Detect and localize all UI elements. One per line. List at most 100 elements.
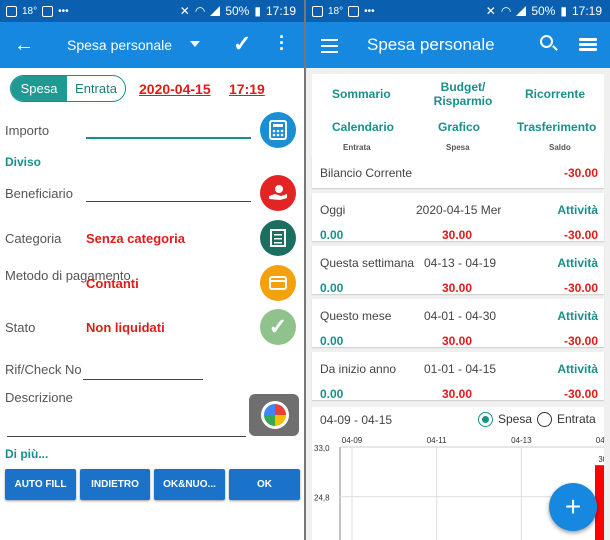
x-tick-label: 04-13 [511, 436, 532, 445]
row-income: 0.00 [320, 387, 344, 401]
toggle-spesa[interactable]: Spesa [11, 76, 67, 101]
hand-coin-icon [269, 185, 287, 200]
row-activity-link[interactable]: Attività [557, 362, 598, 376]
payee-label: Beneficiario [5, 186, 73, 201]
category-label: Categoria [5, 231, 62, 246]
signal-icon [516, 6, 527, 16]
payment-value[interactable]: Contanti [86, 276, 139, 291]
calculator-button[interactable] [260, 112, 296, 148]
add-fab-button[interactable]: + [549, 483, 597, 531]
date-field[interactable]: 2020-04-15 [139, 81, 211, 97]
ok-new-button[interactable]: OK&NUO... [154, 469, 225, 500]
summary-row[interactable]: Da inizio anno 01-01 - 04-15 Attività 0.… [312, 352, 604, 401]
bar-data-label: 30,0 [598, 455, 604, 464]
status-bar: 18° ••• ✕ ◠ 50% ▮ 17:19 [306, 0, 610, 22]
battery-icon: ▮ [560, 4, 567, 18]
row-balance: -30.00 [563, 334, 598, 348]
payment-button[interactable] [260, 265, 296, 301]
auto-fill-button[interactable]: AUTO FILL [5, 469, 76, 500]
summary-row[interactable]: Oggi 2020-04-15 Mer Attività 0.00 30.00 … [312, 193, 604, 242]
more-dots: ••• [58, 5, 69, 17]
row-range: 04-01 - 04-30 [424, 309, 497, 323]
status-temp: 18° [328, 5, 344, 17]
payee-button[interactable] [260, 175, 296, 211]
more-link[interactable]: Di più... [5, 447, 48, 461]
chevron-down-icon[interactable] [190, 41, 200, 47]
row-income: 0.00 [320, 334, 344, 348]
row-balance: -30.00 [563, 228, 598, 242]
type-toggle: Spesa Entrata [10, 75, 126, 102]
row-activity-link[interactable]: Attività [557, 309, 598, 323]
split-label[interactable]: Diviso [5, 155, 41, 169]
row-expense: 30.00 [442, 228, 473, 242]
back-button[interactable]: INDIETRO [80, 469, 150, 500]
payee-input[interactable] [86, 201, 251, 202]
amount-input[interactable] [86, 137, 251, 139]
state-button[interactable]: ✓ [260, 309, 296, 345]
photo-icon [42, 5, 54, 17]
status-temp: 18° [22, 5, 38, 17]
state-label: Stato [5, 320, 36, 335]
hamburger-menu-icon[interactable] [321, 39, 338, 57]
category-button[interactable] [260, 220, 296, 256]
row-label: Da inizio anno [320, 362, 397, 376]
search-icon[interactable] [540, 35, 553, 48]
menu-trasferimento[interactable]: Trasferimento [517, 120, 596, 134]
battery-percent: 50% [531, 4, 556, 18]
time-field[interactable]: 17:19 [229, 81, 265, 97]
row-activity-link[interactable]: Attività [557, 203, 598, 217]
menu-budget[interactable]: Budget/ Risparmio [430, 80, 496, 108]
mute-icon: ✕ [179, 4, 190, 18]
x-tick-label: 04-09 [342, 436, 363, 445]
menu-ricorrente[interactable]: Ricorrente [525, 87, 585, 101]
amount-label: Importo [5, 123, 50, 138]
col-head-saldo: Saldo [549, 143, 571, 152]
camera-icon [261, 401, 289, 429]
description-label: Descrizione [5, 390, 73, 405]
status-time: 17:19 [265, 4, 296, 18]
status-time: 17:19 [571, 4, 602, 18]
app-bar: ← Spesa personale ✓ · · · [0, 22, 304, 68]
app-bar: Spesa personale [306, 22, 610, 68]
toggle-entrata[interactable]: Entrata [67, 76, 125, 101]
row-income: 0.00 [320, 228, 344, 242]
more-vert-icon[interactable]: · · · [279, 28, 285, 58]
row-activity-link[interactable]: Attività [557, 256, 598, 270]
document-icon [270, 229, 286, 247]
action-buttons: AUTO FILL INDIETRO OK&NUO... OK [5, 469, 300, 500]
back-arrow-icon[interactable]: ← [14, 34, 34, 57]
check-no-label: Rif/Check No [5, 362, 82, 377]
photo-icon [348, 5, 360, 17]
row-expense: 30.00 [442, 334, 473, 348]
y-tick-label: 33,0 [314, 444, 330, 453]
x-tick-label: 04-15 [596, 436, 604, 445]
menu-calendario[interactable]: Calendario [332, 120, 394, 134]
status-bar: 18° ••• ✕ ◠ 50% ▮ 17:19 [0, 0, 304, 22]
camera-button[interactable] [249, 394, 299, 436]
summary-row[interactable]: Questo mese 04-01 - 04-30 Attività 0.00 … [312, 299, 604, 348]
battery-icon: ▮ [254, 4, 261, 18]
check-circle-icon: ✓ [268, 314, 288, 339]
check-icon[interactable]: ✓ [233, 31, 251, 57]
description-input[interactable] [7, 436, 246, 437]
ok-button[interactable]: OK [229, 469, 300, 500]
balance-label: Bilancio Corrente [320, 166, 413, 180]
state-value[interactable]: Non liquidati [86, 320, 165, 335]
x-tick-label: 04-11 [427, 436, 447, 445]
row-balance: -30.00 [563, 281, 598, 295]
page-title[interactable]: Spesa personale [67, 37, 172, 53]
image-icon [6, 5, 17, 17]
credit-card-icon [269, 276, 287, 290]
menu-grafico[interactable]: Grafico [438, 120, 480, 134]
menu-sommario[interactable]: Sommario [332, 87, 391, 101]
summary-row[interactable]: Questa settimana 04-13 - 04-19 Attività … [312, 246, 604, 295]
calculator-icon [269, 120, 287, 140]
page-title: Spesa personale [367, 35, 495, 54]
balance-value: -30.00 [563, 166, 598, 180]
list-view-icon[interactable] [579, 38, 597, 53]
category-value[interactable]: Senza categoria [86, 231, 185, 246]
balance-card[interactable]: Bilancio Corrente -30.00 [312, 156, 604, 188]
col-head-spesa: Spesa [446, 143, 470, 152]
check-no-input[interactable] [83, 379, 203, 380]
more-dots: ••• [364, 5, 375, 17]
